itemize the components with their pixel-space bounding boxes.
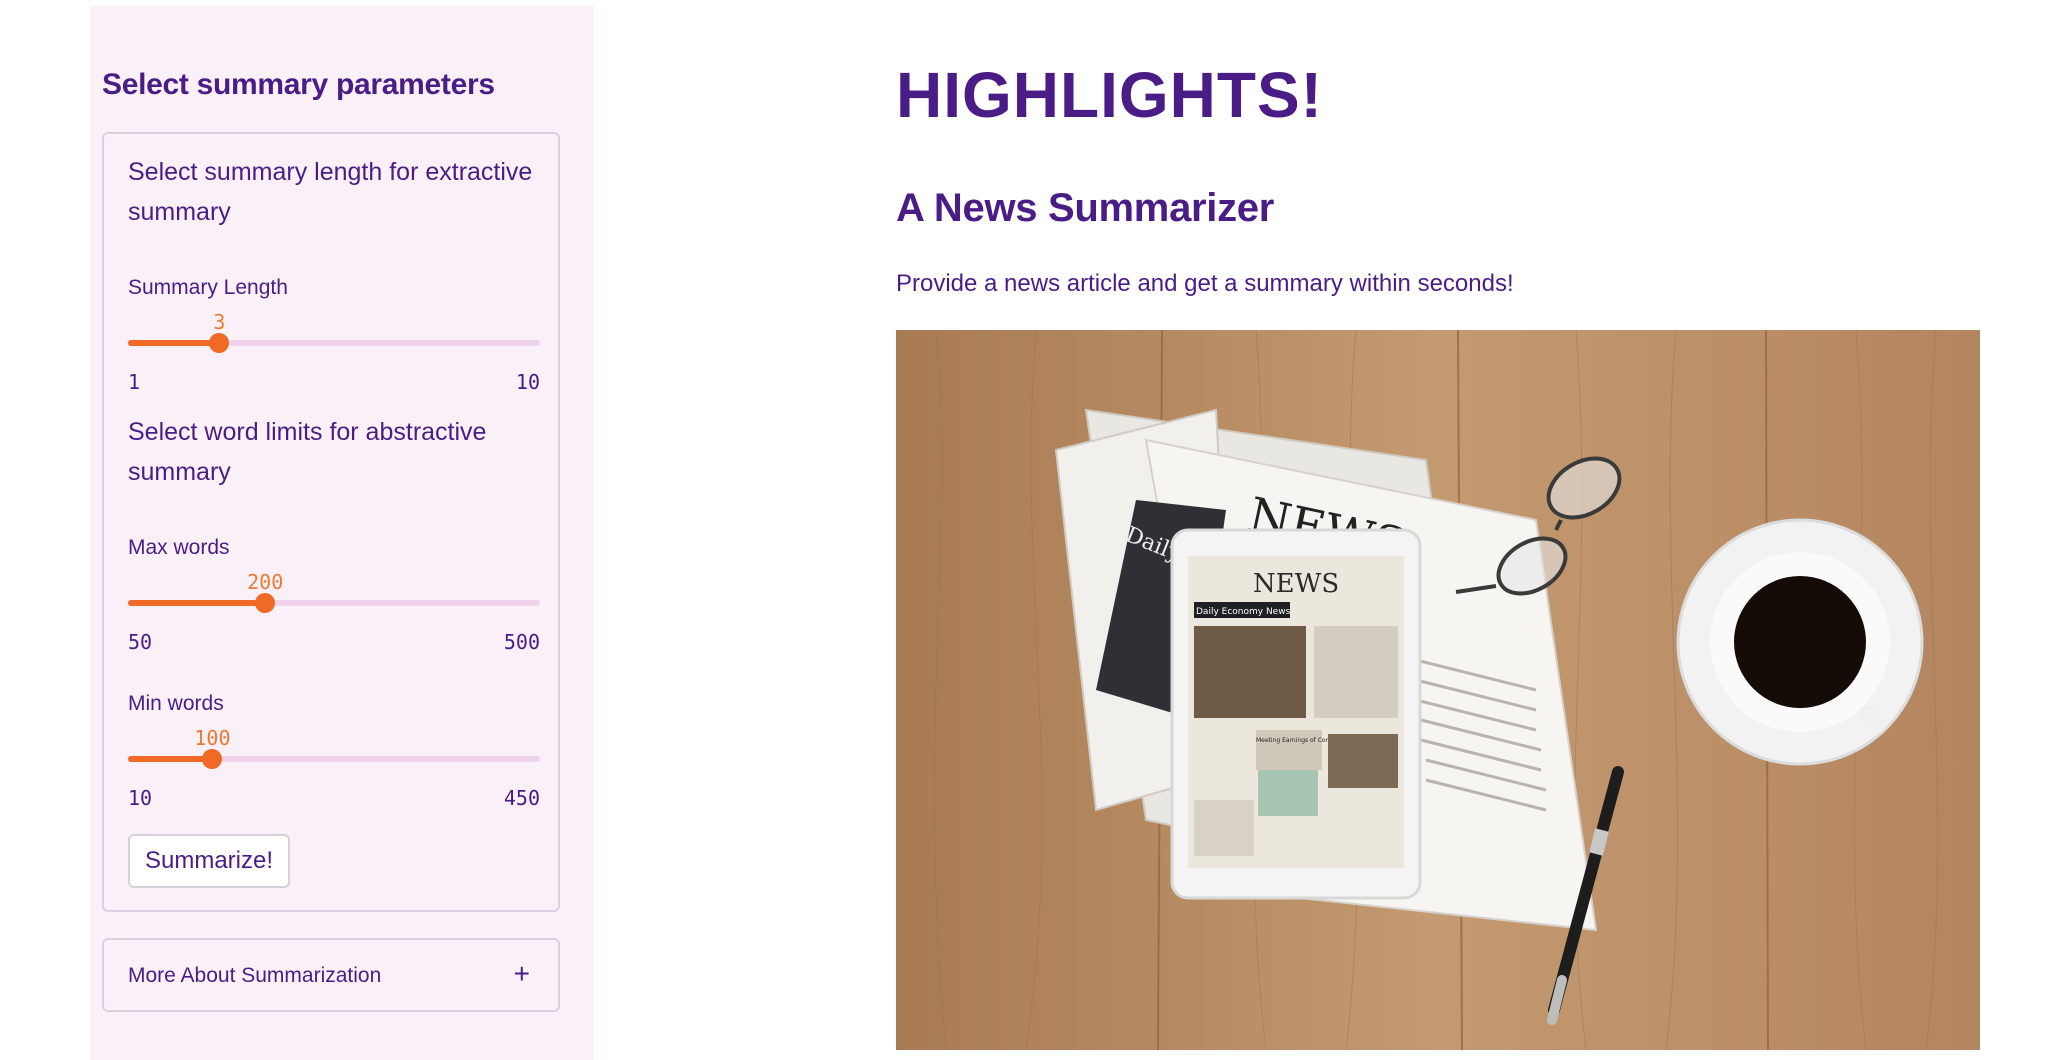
news-illustration: Daily Eco NEWS NEWS Daily Economy News M… xyxy=(896,330,1980,1050)
slider-track[interactable] xyxy=(128,600,540,606)
tablet: NEWS Daily Economy News Meeting Earnings… xyxy=(1170,528,1422,900)
summarize-button[interactable]: Summarize! xyxy=(128,834,290,888)
summary-length-value: 3 xyxy=(213,310,226,334)
expander-label: More About Summarization xyxy=(128,964,382,987)
slider-track[interactable] xyxy=(128,340,540,346)
slider-thumb[interactable] xyxy=(202,749,223,769)
max-words-label: Max words xyxy=(128,536,230,559)
plus-icon[interactable]: + xyxy=(514,958,530,990)
slider-min: 1 xyxy=(128,370,141,394)
more-about-summarization-expander[interactable]: More About Summarization + xyxy=(102,938,560,1012)
tablet-banner: Daily Economy News xyxy=(1196,607,1291,617)
summary-form: Select summary length for extractive sum… xyxy=(102,132,560,912)
summary-length-label: Summary Length xyxy=(128,276,288,299)
slider-max: 10 xyxy=(515,370,540,394)
abstractive-heading: Select word limits for abstractive summa… xyxy=(128,418,487,486)
slider-thumb[interactable] xyxy=(255,593,276,613)
tablet-masthead: NEWS xyxy=(1253,569,1339,599)
slider-fill xyxy=(128,600,266,606)
min-words-slider[interactable]: 100 10 450 xyxy=(128,726,540,810)
min-words-label: Min words xyxy=(128,692,224,715)
max-words-slider[interactable]: 200 50 500 xyxy=(128,570,540,654)
news-hero-image: Daily Eco NEWS NEWS Daily Economy News M… xyxy=(896,330,1980,1050)
slider-min: 10 xyxy=(128,786,153,810)
min-words-value: 100 xyxy=(194,726,231,750)
page-title: HIGHLIGHTS! xyxy=(896,59,1323,131)
sidebar-title: Select summary parameters xyxy=(102,68,495,101)
slider-min: 50 xyxy=(128,630,153,654)
slider-thumb[interactable] xyxy=(209,333,230,353)
slider-track[interactable] xyxy=(128,756,540,762)
sidebar: Select summary parameters Select summary… xyxy=(90,6,594,1060)
slider-max: 450 xyxy=(503,786,540,810)
page-subtitle: A News Summarizer xyxy=(896,186,1275,230)
extractive-heading: Select summary length for extractive sum… xyxy=(128,158,533,226)
slider-fill xyxy=(128,756,213,762)
max-words-value: 200 xyxy=(247,570,284,594)
coffee-cup xyxy=(1676,518,1924,766)
slider-fill xyxy=(128,340,220,346)
summary-length-slider[interactable]: 3 1 10 xyxy=(128,310,540,394)
page-description: Provide a news article and get a summary… xyxy=(896,270,1514,297)
slider-max: 500 xyxy=(503,630,540,654)
